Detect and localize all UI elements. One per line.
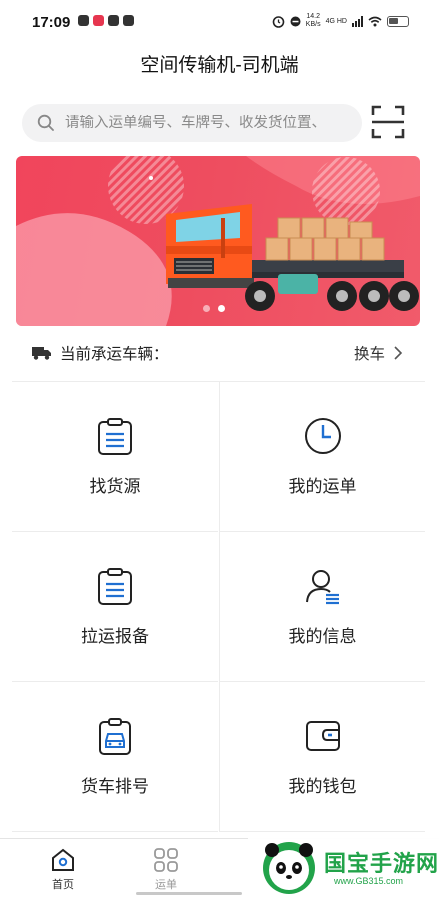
truck-queue-icon <box>99 718 131 755</box>
transport-report-tile[interactable]: 拉运报备 <box>12 532 218 682</box>
tiktok-icon <box>108 15 119 26</box>
banner-pagination[interactable] <box>203 305 225 312</box>
tab-orders-label: 运单 <box>155 879 177 891</box>
search-icon <box>37 114 54 131</box>
current-vehicle-row: 当前承运车辆： 换车 <box>32 340 407 366</box>
change-vehicle-button[interactable]: 换车 <box>354 342 403 364</box>
truck-queue-tile[interactable]: 货车排号 <box>12 682 218 832</box>
truck-queue-label: 货车排号 <box>81 777 149 796</box>
clock-icon <box>304 418 341 454</box>
watermark: 国宝手游网 www.GB315.com <box>248 832 439 900</box>
search-input[interactable] <box>65 115 355 131</box>
my-waybills-tile[interactable]: 我的运单 <box>219 382 425 532</box>
signal-icon <box>352 15 363 27</box>
status-right: 14.2 KB/s 4G HD <box>272 13 409 29</box>
my-info-tile[interactable]: 我的信息 <box>219 532 425 682</box>
battery-icon <box>387 15 409 27</box>
my-wallet-label: 我的钱包 <box>288 777 357 796</box>
page-title: 空间传输机-司机端 <box>140 55 299 76</box>
network-type: 4G HD <box>325 17 347 25</box>
banner-dot-active[interactable] <box>218 305 225 312</box>
message-icon <box>78 15 89 26</box>
do-not-disturb-icon <box>290 16 301 26</box>
home-icon <box>52 848 74 871</box>
watermark-url: www.GB315.com <box>334 876 404 886</box>
user-info-icon <box>305 570 339 605</box>
banner-dot[interactable] <box>203 305 210 312</box>
shield-icon <box>123 15 134 26</box>
search-bar[interactable] <box>22 104 362 142</box>
panda-logo-icon <box>263 842 315 894</box>
find-cargo-label: 找货源 <box>89 477 141 496</box>
status-bar: 17:09 14.2 KB/s 4G HD <box>0 0 439 44</box>
wifi-icon <box>368 16 382 26</box>
status-time: 17:09 <box>32 14 71 31</box>
truck-icon <box>32 347 51 360</box>
my-waybills-label: 我的运单 <box>288 477 357 496</box>
clipboard-list-icon <box>98 418 132 455</box>
tab-orders[interactable]: 运单 <box>136 847 196 892</box>
notification-icons <box>78 15 134 26</box>
find-cargo-tile[interactable]: 找货源 <box>12 382 218 532</box>
chevron-right-icon <box>394 346 403 360</box>
my-wallet-tile[interactable]: 我的钱包 <box>219 682 425 832</box>
current-vehicle-label: 当前承运车辆： <box>60 346 169 363</box>
grid-icon <box>154 848 178 872</box>
feature-grid: 找货源 我的运单 拉运报备 我的信息 货车排号 我的钱包 <box>12 381 425 832</box>
transport-report-label: 拉运报备 <box>81 627 149 646</box>
network-speed: 14.2 KB/s <box>305 13 321 28</box>
promo-banner[interactable] <box>16 156 420 326</box>
change-vehicle-label: 换车 <box>353 346 385 363</box>
truck-illustration <box>16 156 420 326</box>
scan-icon[interactable] <box>370 104 406 140</box>
tab-home[interactable]: 首页 <box>33 847 93 892</box>
watermark-brand: 国宝手游网 <box>324 851 439 876</box>
tab-home-label: 首页 <box>52 879 74 891</box>
clipboard-list-icon <box>98 568 132 605</box>
app-notification-icon <box>93 15 104 26</box>
wallet-icon <box>305 721 340 751</box>
alarm-icon <box>272 15 285 28</box>
my-info-label: 我的信息 <box>288 627 357 646</box>
home-indicator[interactable] <box>136 892 242 895</box>
